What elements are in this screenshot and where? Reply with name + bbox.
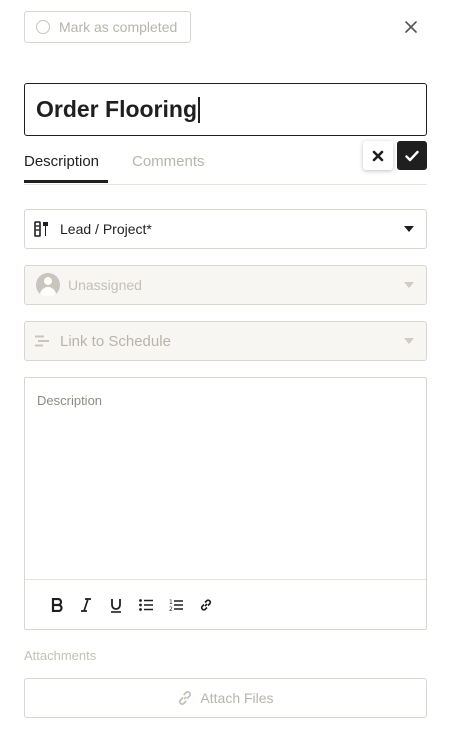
chevron-down-icon	[404, 226, 414, 232]
link-icon[interactable]	[197, 596, 215, 614]
mark-as-completed-button[interactable]: Mark as completed	[24, 11, 191, 43]
attach-files-button[interactable]: Attach Files	[24, 678, 427, 718]
svg-text:1: 1	[169, 599, 173, 606]
tab-comments[interactable]: Comments	[132, 153, 205, 170]
italic-icon[interactable]	[77, 596, 95, 614]
formatting-toolbar: 12	[25, 579, 426, 630]
task-title-input[interactable]: Order Flooring	[24, 83, 427, 136]
lead-project-select[interactable]: Lead / Project*	[24, 209, 427, 249]
assignee-select[interactable]: Unassigned	[24, 265, 427, 305]
task-title-text: Order Flooring	[36, 96, 197, 122]
assignee-label: Unassigned	[68, 277, 142, 293]
tab-description[interactable]: Description	[24, 153, 99, 170]
bold-icon[interactable]	[48, 596, 66, 614]
text-caret	[198, 96, 200, 123]
avatar-icon	[36, 273, 60, 297]
chevron-down-icon	[404, 282, 414, 288]
attachments-heading: Attachments	[24, 648, 97, 663]
svg-text:2: 2	[169, 606, 173, 612]
close-icon[interactable]	[400, 16, 422, 38]
link-to-schedule-select[interactable]: Link to Schedule	[24, 321, 427, 361]
lead-project-label: Lead / Project*	[60, 221, 152, 237]
description-editor[interactable]: Description 12	[24, 377, 427, 630]
chevron-down-icon	[404, 338, 414, 344]
active-tab-indicator	[24, 180, 108, 183]
numbered-list-icon[interactable]: 12	[167, 596, 185, 614]
attach-files-label: Attach Files	[200, 690, 274, 706]
tools-icon	[34, 221, 48, 237]
link-to-schedule-label: Link to Schedule	[60, 332, 171, 350]
underline-icon[interactable]	[107, 596, 125, 614]
bulleted-list-icon[interactable]	[137, 596, 155, 614]
tab-bar: Description Comments	[24, 150, 427, 185]
mark-as-completed-label: Mark as completed	[59, 19, 178, 35]
description-placeholder: Description	[37, 393, 103, 408]
schedule-bars-icon	[35, 335, 49, 347]
paperclip-link-icon	[179, 691, 192, 705]
checkbox-circle-icon	[36, 20, 50, 34]
